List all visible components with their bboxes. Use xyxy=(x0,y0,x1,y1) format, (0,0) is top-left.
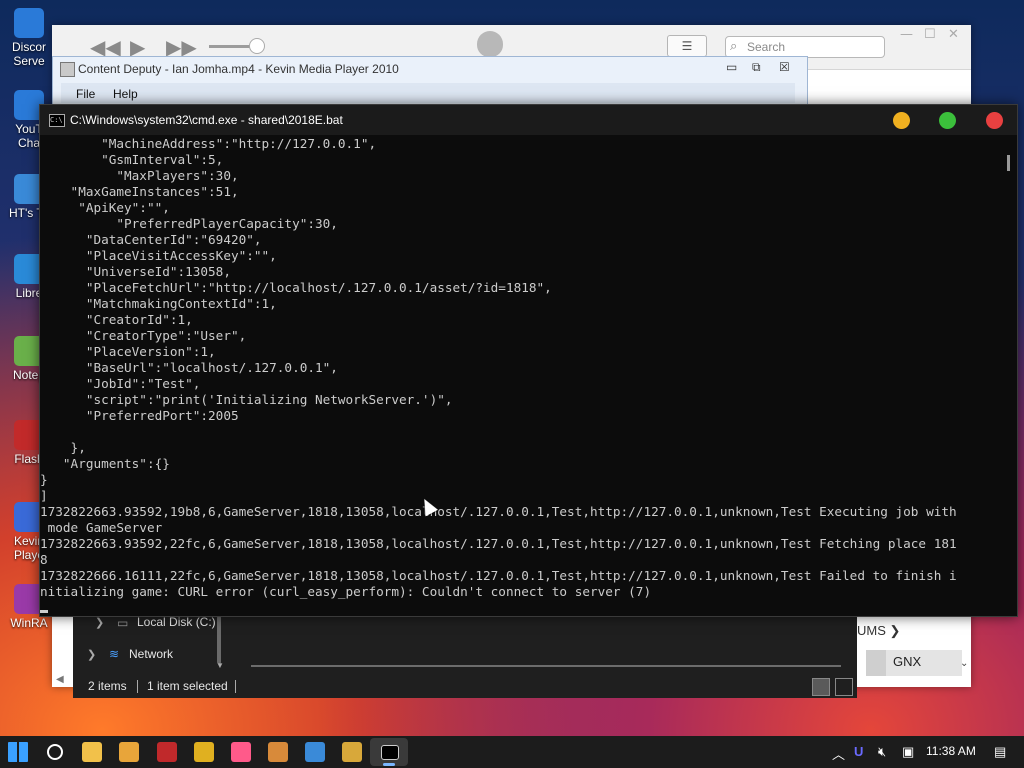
menu-file[interactable]: File xyxy=(76,87,95,101)
item-count: 2 items xyxy=(88,679,127,693)
content-scrollbar[interactable] xyxy=(251,665,841,667)
chevron-right-icon[interactable]: ❯ xyxy=(87,648,96,661)
list-view-button[interactable]: ☰ xyxy=(667,35,707,57)
flash-icon[interactable] xyxy=(157,742,177,762)
nav-item-local-disk[interactable]: Local Disk (C:) xyxy=(137,615,216,629)
minimize-icon[interactable]: ▭ xyxy=(726,60,737,74)
desktop-icon-label: WinRA xyxy=(10,616,48,630)
maximize-button[interactable] xyxy=(939,112,956,129)
restore-icon[interactable]: ⧉ xyxy=(752,60,761,75)
status-divider xyxy=(137,680,138,693)
forums-link[interactable]: UMS ❯ xyxy=(857,623,900,639)
close-button[interactable] xyxy=(986,112,1003,129)
minimize-button[interactable] xyxy=(893,112,910,129)
gnx-thumbnail xyxy=(866,650,886,676)
scroll-down-icon[interactable]: ▼ xyxy=(216,661,224,670)
desktop-icon[interactable]: Discor Serve xyxy=(4,8,54,68)
cmd-icon[interactable] xyxy=(381,745,399,760)
search-input[interactable]: ⌕ Search xyxy=(725,36,885,58)
tray-app-icon[interactable]: U xyxy=(854,744,863,759)
gnx-label: GNX xyxy=(893,654,922,669)
text-cursor xyxy=(40,610,48,613)
show-hidden-icons-icon[interactable]: ︿ xyxy=(832,744,845,763)
cmd-window: C:\ C:\Windows\system32\cmd.exe - shared… xyxy=(39,104,1018,617)
media-player-menubar: File Help xyxy=(61,83,795,103)
active-indicator xyxy=(383,763,395,766)
maximize-icon[interactable]: ☐ xyxy=(924,27,936,42)
notifications-icon[interactable]: ▤ xyxy=(994,744,1006,760)
media-player-window: Content Deputy - Ian Jomha.mp4 - Kevin M… xyxy=(52,56,808,106)
sidebar-scrollbar[interactable] xyxy=(217,616,221,664)
winrar-icon[interactable] xyxy=(342,742,362,762)
search-icon: ⌕ xyxy=(730,39,738,54)
file-explorer-window: ❯ ▭ Local Disk (C:) ❯ ≋ Network ▼ 2 item… xyxy=(73,612,857,698)
tiles-view-button[interactable] xyxy=(835,678,853,696)
console-text: "MachineAddress":"http://127.0.0.1", "Gs… xyxy=(40,136,957,599)
store-icon[interactable] xyxy=(119,742,139,762)
taskbar: ︿ U 🔇︎ ▣ 11:38 AM ▤ xyxy=(0,736,1024,768)
search-icon[interactable] xyxy=(47,744,63,760)
scroll-left-icon[interactable]: ◀ xyxy=(56,674,64,685)
cmd-app-icon: C:\ xyxy=(49,114,65,127)
app-icon[interactable] xyxy=(305,742,325,762)
itunes-icon[interactable] xyxy=(231,742,251,762)
media-player-title: Content Deputy - Ian Jomha.mp4 - Kevin M… xyxy=(78,62,399,76)
media-player-app-icon xyxy=(60,62,75,77)
gnx-item[interactable]: GNX xyxy=(866,650,962,676)
chevron-right-icon[interactable]: ❯ xyxy=(95,616,104,629)
console-output[interactable]: "MachineAddress":"http://127.0.0.1", "Gs… xyxy=(40,136,1001,616)
cmd-title: C:\Windows\system32\cmd.exe - shared\201… xyxy=(70,113,343,127)
file-explorer-icon[interactable] xyxy=(82,742,102,762)
minimize-icon[interactable]: — xyxy=(900,27,913,42)
cmd-titlebar: C:\ C:\Windows\system32\cmd.exe - shared… xyxy=(40,105,1017,135)
apple-logo-icon xyxy=(477,31,503,57)
drive-icon: ▭ xyxy=(117,616,129,630)
close-icon[interactable]: ☒ xyxy=(779,60,790,74)
selection-count: 1 item selected xyxy=(147,679,228,693)
chrome-icon[interactable] xyxy=(194,742,214,762)
clock[interactable]: 11:38 AM xyxy=(926,744,976,758)
media-player-icon[interactable] xyxy=(268,742,288,762)
speaker-muted-icon[interactable]: 🔇︎ xyxy=(878,744,886,760)
scrollbar-thumb[interactable] xyxy=(1007,155,1010,171)
windows-start-icon[interactable] xyxy=(8,742,28,762)
network-icon: ≋ xyxy=(109,647,120,661)
status-bar: 2 items 1 item selected xyxy=(73,676,857,698)
close-icon[interactable]: ✕ xyxy=(948,27,959,42)
console-scrollbar[interactable] xyxy=(1001,136,1017,616)
details-view-button[interactable] xyxy=(812,678,830,696)
desktop-icon-label: Serve xyxy=(13,54,45,68)
nav-item-network[interactable]: Network xyxy=(129,647,173,661)
volume-knob[interactable] xyxy=(249,38,265,54)
status-divider xyxy=(235,680,236,693)
app-icon xyxy=(14,8,44,38)
menu-help[interactable]: Help xyxy=(113,87,138,101)
desktop-icon-label: Discor xyxy=(11,40,46,54)
display-icon[interactable]: ▣ xyxy=(902,744,914,760)
chevron-down-icon[interactable]: ⌄ xyxy=(960,658,968,669)
search-placeholder: Search xyxy=(747,40,786,54)
